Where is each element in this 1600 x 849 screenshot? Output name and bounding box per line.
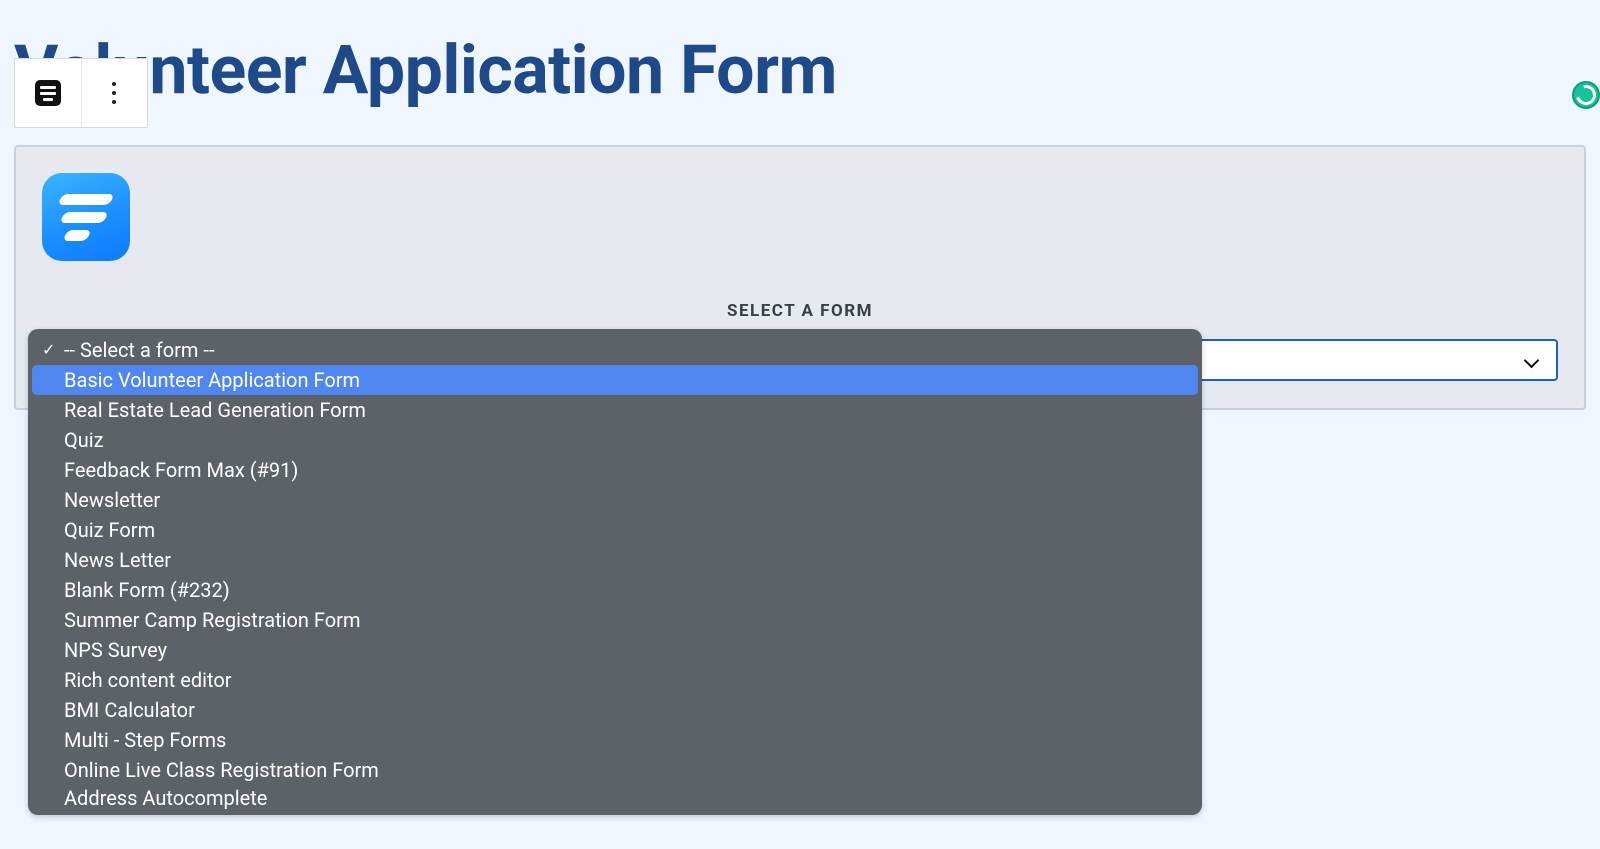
block-more-button[interactable] [81,59,148,127]
form-option[interactable]: NPS Survey [32,635,1198,665]
form-option[interactable]: Basic Volunteer Application Form [32,365,1198,395]
fluent-forms-logo-icon [42,173,130,261]
form-option[interactable]: Real Estate Lead Generation Form [32,395,1198,425]
form-option[interactable]: Rich content editor [32,665,1198,695]
form-option[interactable]: Online Live Class Registration Form [32,755,1198,785]
form-option[interactable]: Address Autocomplete [32,785,1198,811]
chevron-down-icon [1524,353,1538,367]
form-option[interactable]: BMI Calculator [32,695,1198,725]
form-option[interactable]: Multi - Step Forms [32,725,1198,755]
form-option[interactable]: Summer Camp Registration Form [32,605,1198,635]
kebab-icon [112,82,116,104]
block-icon [35,80,61,106]
form-option[interactable]: News Letter [32,545,1198,575]
form-option[interactable]: Quiz Form [32,515,1198,545]
form-option[interactable]: -- Select a form -- [32,335,1198,365]
form-option[interactable]: Quiz [32,425,1198,455]
form-option[interactable]: Blank Form (#232) [32,575,1198,605]
select-form-label: SELECT A FORM [42,301,1558,321]
form-option[interactable]: Feedback Form Max (#91) [32,455,1198,485]
block-toolbar [14,58,148,128]
form-select-options-list: -- Select a form --Basic Volunteer Appli… [28,329,1202,815]
form-option[interactable]: Newsletter [32,485,1198,515]
grammarly-icon[interactable] [1572,81,1600,109]
block-type-button[interactable] [15,59,81,127]
